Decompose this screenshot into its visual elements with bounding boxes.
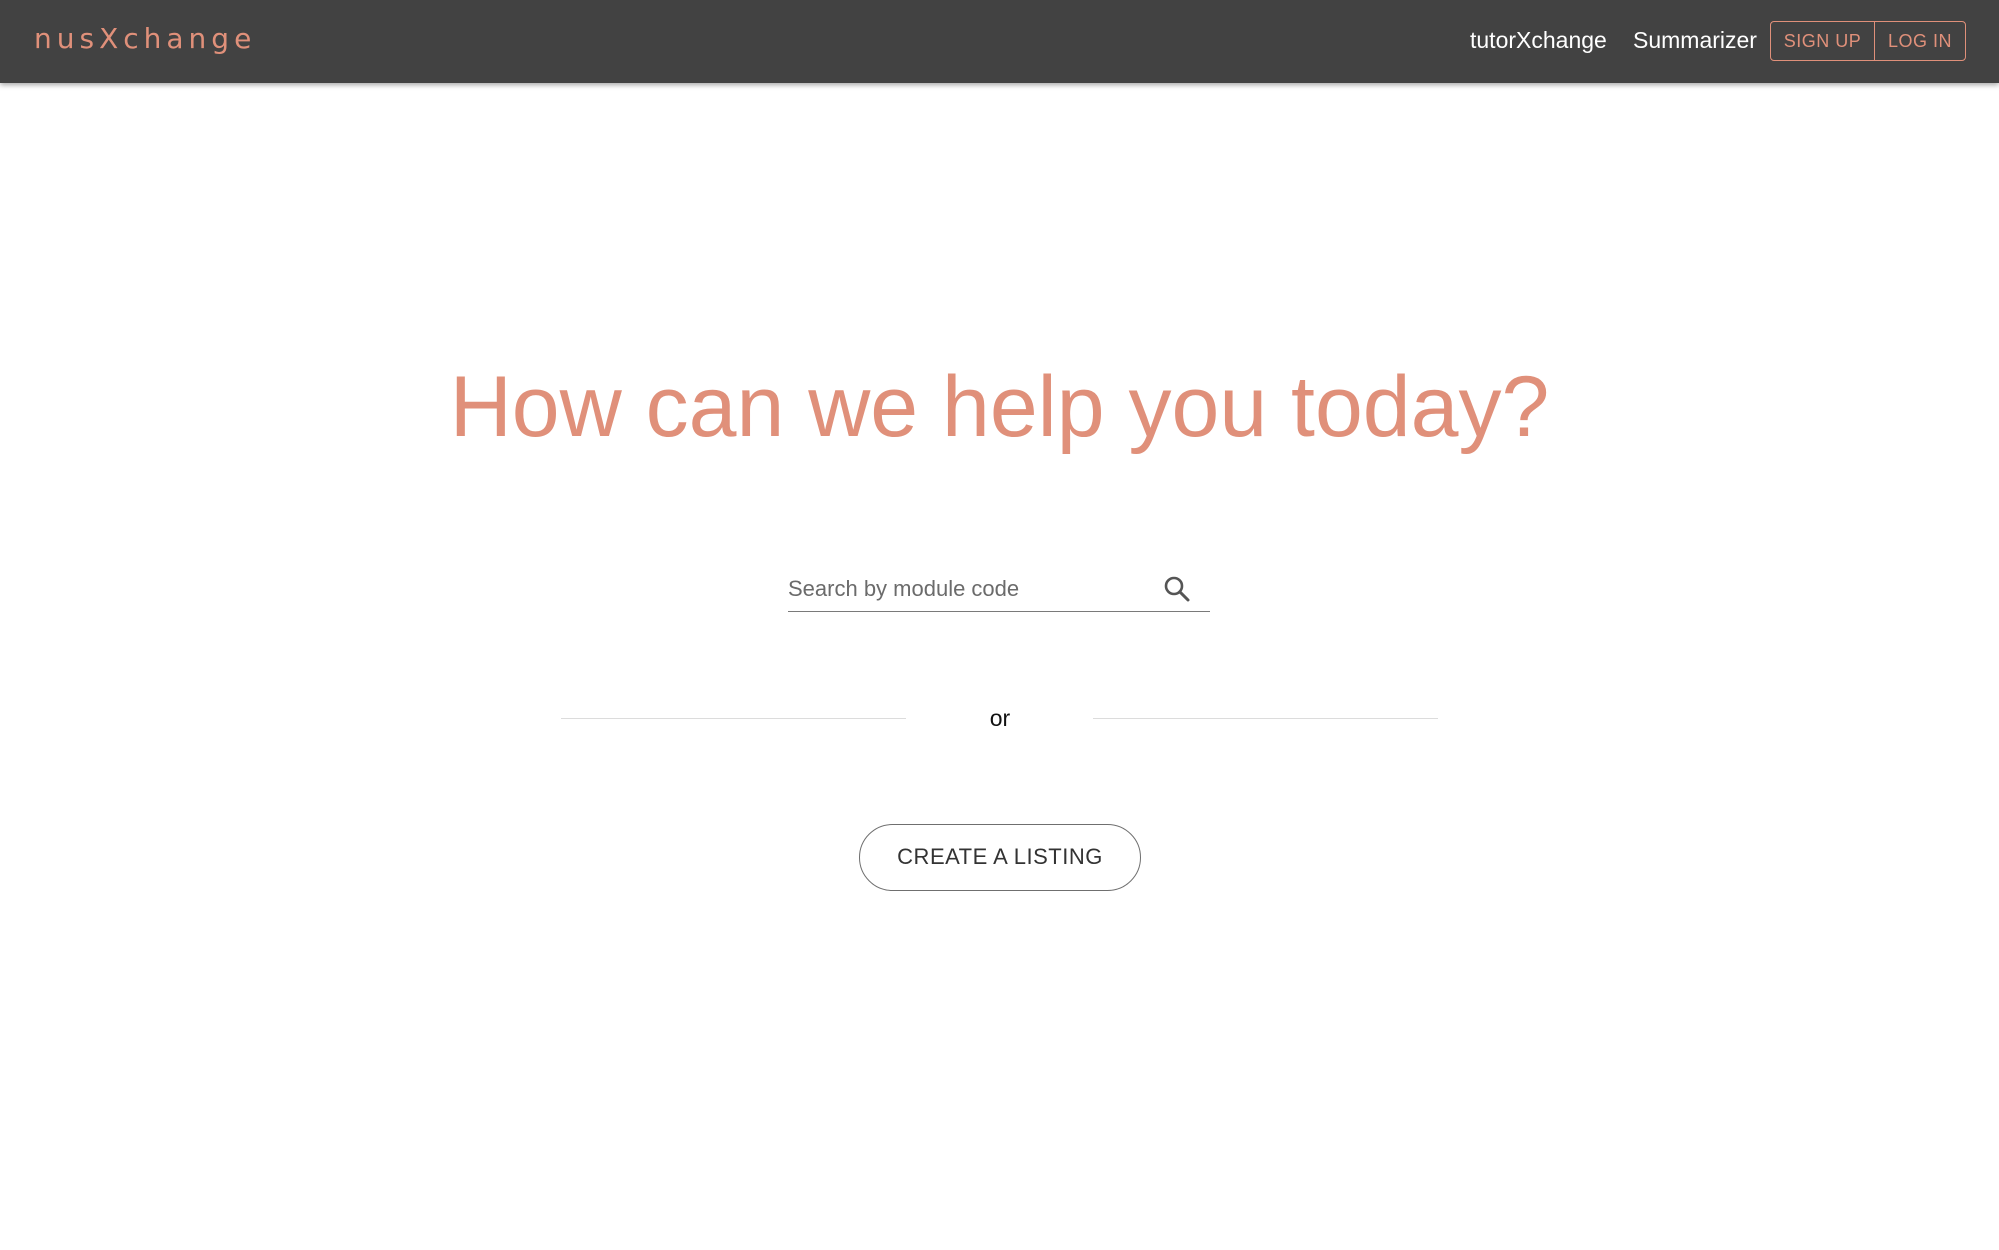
search-bar [788, 568, 1210, 612]
search-input[interactable] [788, 568, 1158, 610]
auth-button-group: SIGN UP LOG IN [1770, 21, 1966, 61]
log-in-button[interactable]: LOG IN [1875, 22, 1965, 60]
nav-link-tutorxchange[interactable]: tutorXchange [1470, 0, 1607, 80]
or-separator: or [989, 705, 1011, 731]
divider-line-right [1093, 718, 1438, 719]
logo[interactable]: nusXchange [34, 0, 256, 80]
divider-line-left [561, 718, 906, 719]
create-listing-button[interactable]: CREATE A LISTING [859, 824, 1141, 891]
top-navbar: nusXchange tutorXchange Summarizer SIGN … [0, 0, 1999, 83]
search-icon[interactable] [1162, 574, 1192, 604]
page-headline: How can we help you today? [449, 359, 1550, 455]
nav-link-summarizer[interactable]: Summarizer [1633, 0, 1757, 80]
sign-up-button[interactable]: SIGN UP [1771, 22, 1875, 60]
